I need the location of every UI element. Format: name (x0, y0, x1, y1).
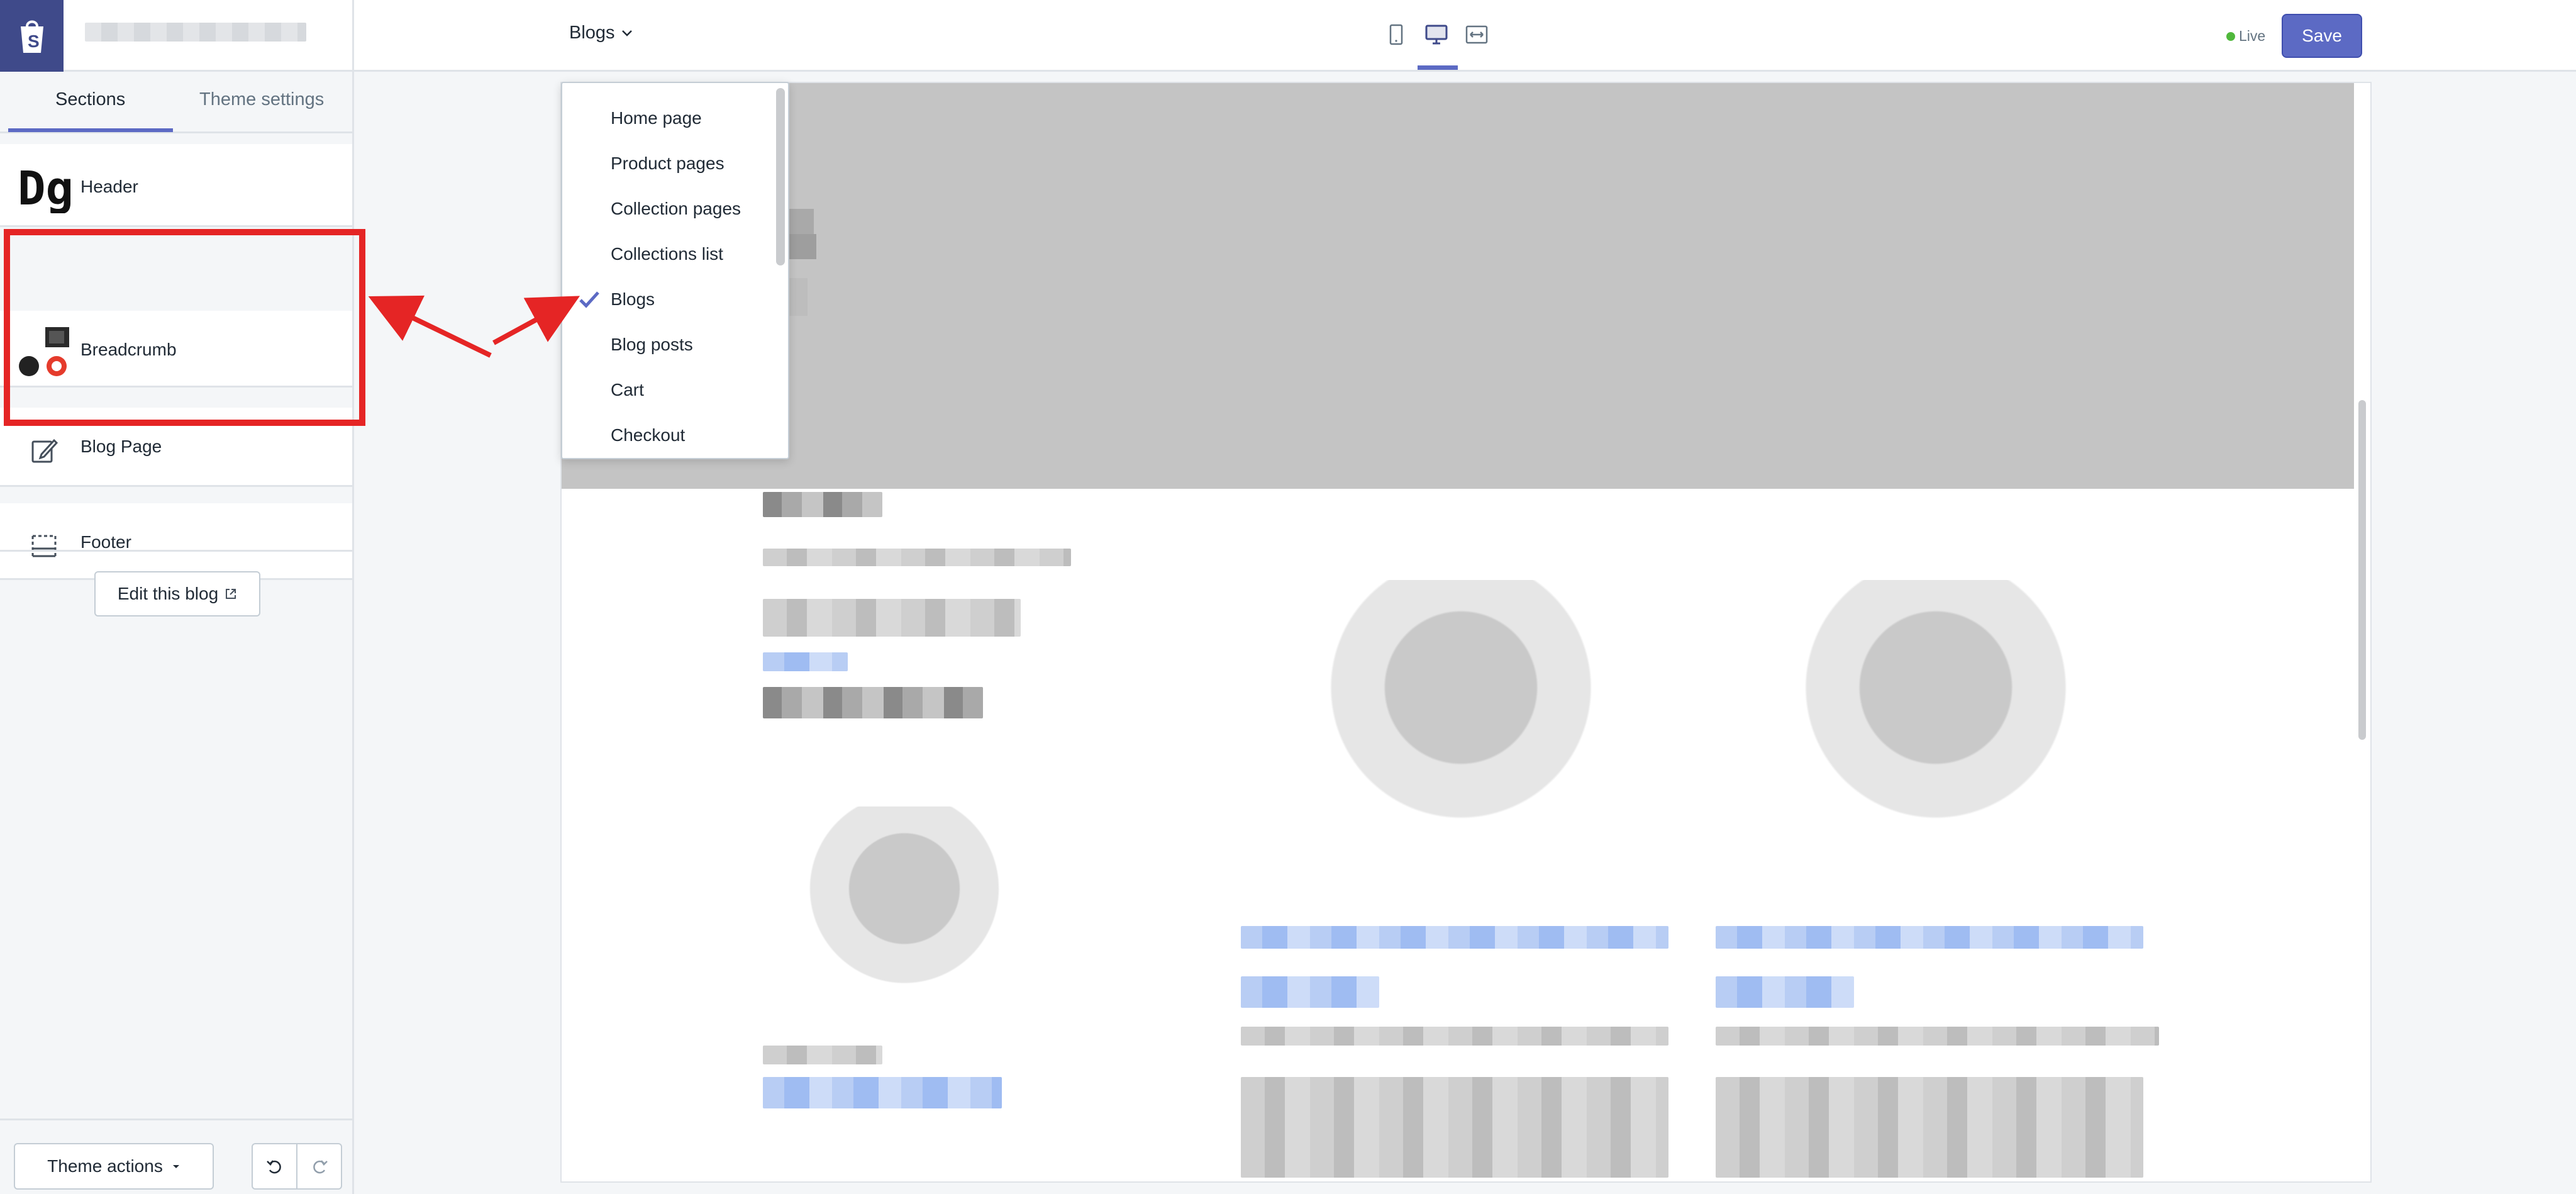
sidebar-footer: Theme actions (0, 1119, 352, 1194)
svg-text:Dg: Dg (18, 162, 70, 213)
breadcrumb-thumbnail-icon (18, 327, 70, 380)
dropdown-item-label: Collections list (611, 244, 723, 264)
section-blog-page[interactable]: Blog Page (0, 408, 352, 487)
theme-actions-label: Theme actions (47, 1156, 163, 1176)
shopify-logo[interactable]: S (0, 0, 64, 72)
undo-redo-group (252, 1143, 342, 1190)
redacted-text (1716, 1027, 2159, 1046)
preview-hero-image (562, 83, 2354, 489)
dropdown-item-label: Cart (611, 380, 644, 399)
section-breadcrumb[interactable]: Breadcrumb (0, 311, 352, 388)
section-footer[interactable]: Footer (0, 503, 352, 580)
mobile-view-button[interactable] (1384, 22, 1409, 47)
section-header[interactable]: Dg Header (0, 144, 352, 227)
redacted-text (1716, 1077, 2143, 1178)
section-breadcrumb-label: Breadcrumb (80, 340, 177, 359)
save-button[interactable]: Save (2282, 14, 2362, 58)
active-view-indicator (1418, 65, 1458, 70)
desktop-view-button[interactable] (1424, 22, 1449, 47)
preview-scrollbar[interactable] (2358, 400, 2366, 740)
redo-button[interactable] (297, 1144, 341, 1188)
page-type-dropdown: Home page Product pages Collection pages… (561, 82, 789, 459)
edit-this-blog-button[interactable]: Edit this blog (94, 571, 260, 617)
redacted-text (763, 687, 983, 718)
redacted-text (763, 492, 882, 517)
svg-text:S: S (28, 31, 40, 51)
redacted-text (763, 549, 1071, 566)
active-tab-indicator (8, 128, 173, 132)
dropdown-item-label: Checkout (611, 425, 686, 445)
undo-icon (266, 1160, 281, 1174)
dropdown-scrollbar[interactable] (776, 88, 785, 265)
shopify-bag-icon: S (20, 20, 43, 53)
redacted-text (763, 1046, 882, 1064)
store-name-redacted (85, 23, 306, 42)
page-selector-label: Blogs (569, 23, 615, 43)
chevron-down-icon (621, 30, 632, 36)
desktop-view-icon (1425, 25, 1448, 45)
dropdown-item-blog-posts[interactable]: Blog posts (562, 322, 776, 367)
redacted-text (1241, 1077, 1668, 1178)
dropdown-item-cart[interactable]: Cart (562, 367, 776, 413)
arrow-to-blogs-option (492, 296, 580, 345)
sections-sidebar: Sections Theme settings Dg Header Breadc… (0, 72, 354, 1194)
redacted-link (1241, 926, 1668, 949)
page-selector[interactable]: Blogs (569, 23, 633, 43)
dropdown-item-collection-pages[interactable]: Collection pages (562, 186, 776, 232)
redacted-link (763, 1077, 1002, 1108)
header-thumbnail-icon: Dg (18, 160, 70, 213)
topbar-divider (352, 0, 354, 72)
dropdown-item-label: Blog posts (611, 335, 693, 354)
undo-button[interactable] (253, 1144, 297, 1188)
redacted-link (1716, 976, 1854, 1008)
redacted-link (763, 652, 848, 671)
redacted-image (1766, 580, 2106, 819)
sidebar-divider (0, 550, 352, 552)
dropdown-item-product-pages[interactable]: Product pages (562, 141, 776, 186)
redacted-text (763, 599, 1021, 637)
tab-theme-settings[interactable]: Theme settings (199, 89, 324, 110)
section-blog-page-label: Blog Page (80, 437, 162, 456)
section-header-label: Header (80, 177, 138, 196)
checkmark-icon (579, 291, 599, 308)
external-link-icon (226, 589, 236, 599)
redacted-link (1716, 926, 2143, 949)
dropdown-item-label: Blogs (611, 289, 655, 309)
theme-preview-frame[interactable] (560, 82, 2372, 1183)
arrow-to-sections (368, 295, 492, 358)
dropdown-item-label: Product pages (611, 153, 724, 173)
redo-icon (313, 1160, 328, 1174)
caret-down-icon (172, 1165, 179, 1168)
redacted-image (785, 806, 1024, 989)
fullscreen-view-icon (1465, 25, 1488, 44)
fullscreen-view-button[interactable] (1464, 22, 1489, 47)
redacted-text (1241, 1027, 1668, 1046)
edit-this-blog-label: Edit this blog (117, 584, 219, 603)
dropdown-item-blogs[interactable]: Blogs (562, 277, 776, 322)
dropdown-item-label: Home page (611, 108, 702, 128)
mobile-view-icon (1389, 24, 1403, 45)
dropdown-item-home-page[interactable]: Home page (562, 96, 776, 141)
dropdown-item-label: Collection pages (611, 199, 741, 218)
dropdown-item-collections-list[interactable]: Collections list (562, 232, 776, 277)
live-label: Live (2239, 28, 2266, 44)
footer-icon (18, 520, 70, 572)
view-mode-toggle (1384, 22, 1489, 47)
top-bar: S Blogs Live Save (0, 0, 2576, 72)
theme-actions-button[interactable]: Theme actions (14, 1143, 214, 1190)
sidebar-tabs: Sections Theme settings (0, 72, 352, 133)
redacted-link (1241, 976, 1379, 1008)
live-dot-icon (2226, 31, 2235, 41)
live-status: Live (2226, 28, 2265, 45)
redacted-image (1291, 580, 1631, 819)
edit-icon (18, 424, 70, 477)
dropdown-item-checkout[interactable]: Checkout (562, 413, 776, 458)
tab-sections[interactable]: Sections (55, 89, 125, 110)
